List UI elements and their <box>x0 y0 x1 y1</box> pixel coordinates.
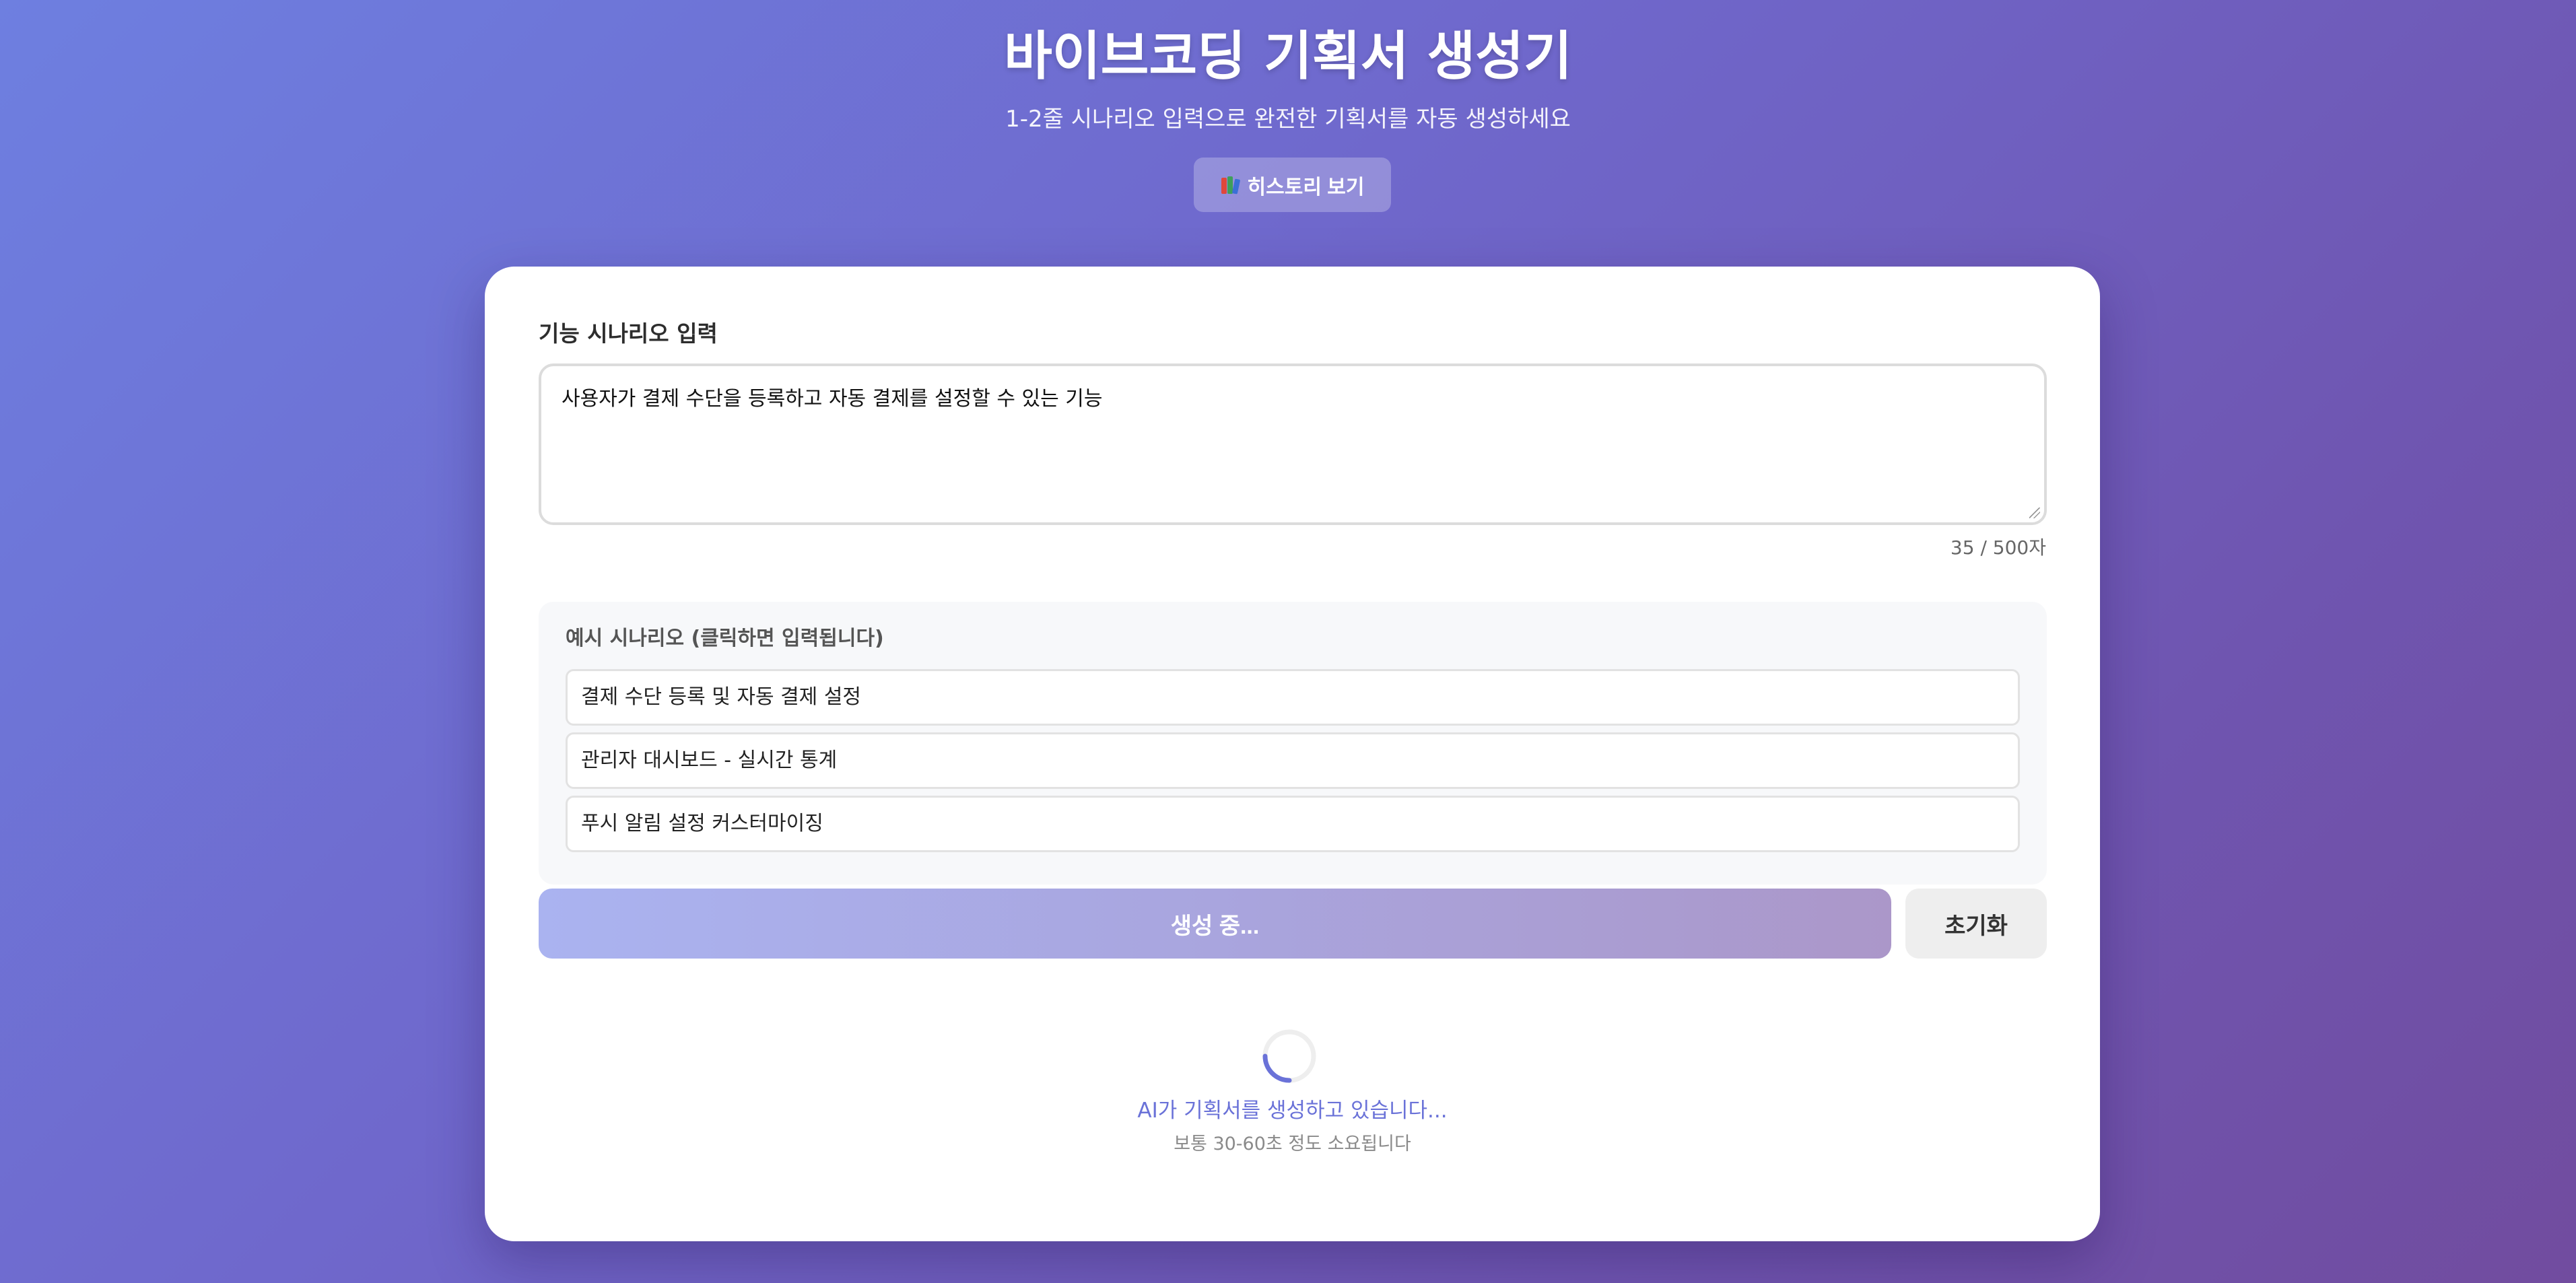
loading-sub-message: 보통 30-60초 정도 소요됩니다 <box>1174 1134 1411 1154</box>
examples-title: 예시 시나리오 (클릭하면 입력됩니다) <box>566 627 884 650</box>
example-item-push[interactable]: 푸시 알림 설정 커스터마이징 <box>566 796 2020 852</box>
example-scenarios-panel: 예시 시나리오 (클릭하면 입력됩니다) 결제 수단 등록 및 자동 결제 설정… <box>539 602 2047 885</box>
spinner-icon <box>1262 1029 1316 1083</box>
example-item-dashboard[interactable]: 관리자 대시보드 - 실시간 통계 <box>566 732 2020 789</box>
scenario-label: 기능 시나리오 입력 <box>539 320 718 347</box>
char-counter: 35 / 500자 <box>1950 536 2046 559</box>
history-button[interactable]: 히스토리 보기 <box>1194 158 1391 212</box>
example-item-payment[interactable]: 결제 수단 등록 및 자동 결제 설정 <box>566 669 2020 726</box>
generator-card: 기능 시나리오 입력 사용자가 결제 수단을 등록하고 자동 결제를 설정할 수… <box>485 267 2100 1241</box>
scenario-textarea[interactable]: 사용자가 결제 수단을 등록하고 자동 결제를 설정할 수 있는 기능 <box>539 363 2047 525</box>
generate-button[interactable]: 생성 중... <box>539 889 1891 959</box>
books-icon <box>1221 175 1241 195</box>
reset-button[interactable]: 초기화 <box>1905 889 2047 959</box>
resize-handle[interactable] <box>2029 508 2040 518</box>
page-subtitle: 1-2줄 시나리오 입력으로 완전한 기획서를 자동 생성하세요 <box>1005 106 1571 133</box>
loading-message: AI가 기획서를 생성하고 있습니다... <box>1137 1099 1448 1123</box>
page-title: 바이브코딩 기획서 생성기 <box>1004 26 1572 87</box>
history-button-label: 히스토리 보기 <box>1247 176 1365 199</box>
scenario-text: 사용자가 결제 수단을 등록하고 자동 결제를 설정할 수 있는 기능 <box>562 387 1103 411</box>
